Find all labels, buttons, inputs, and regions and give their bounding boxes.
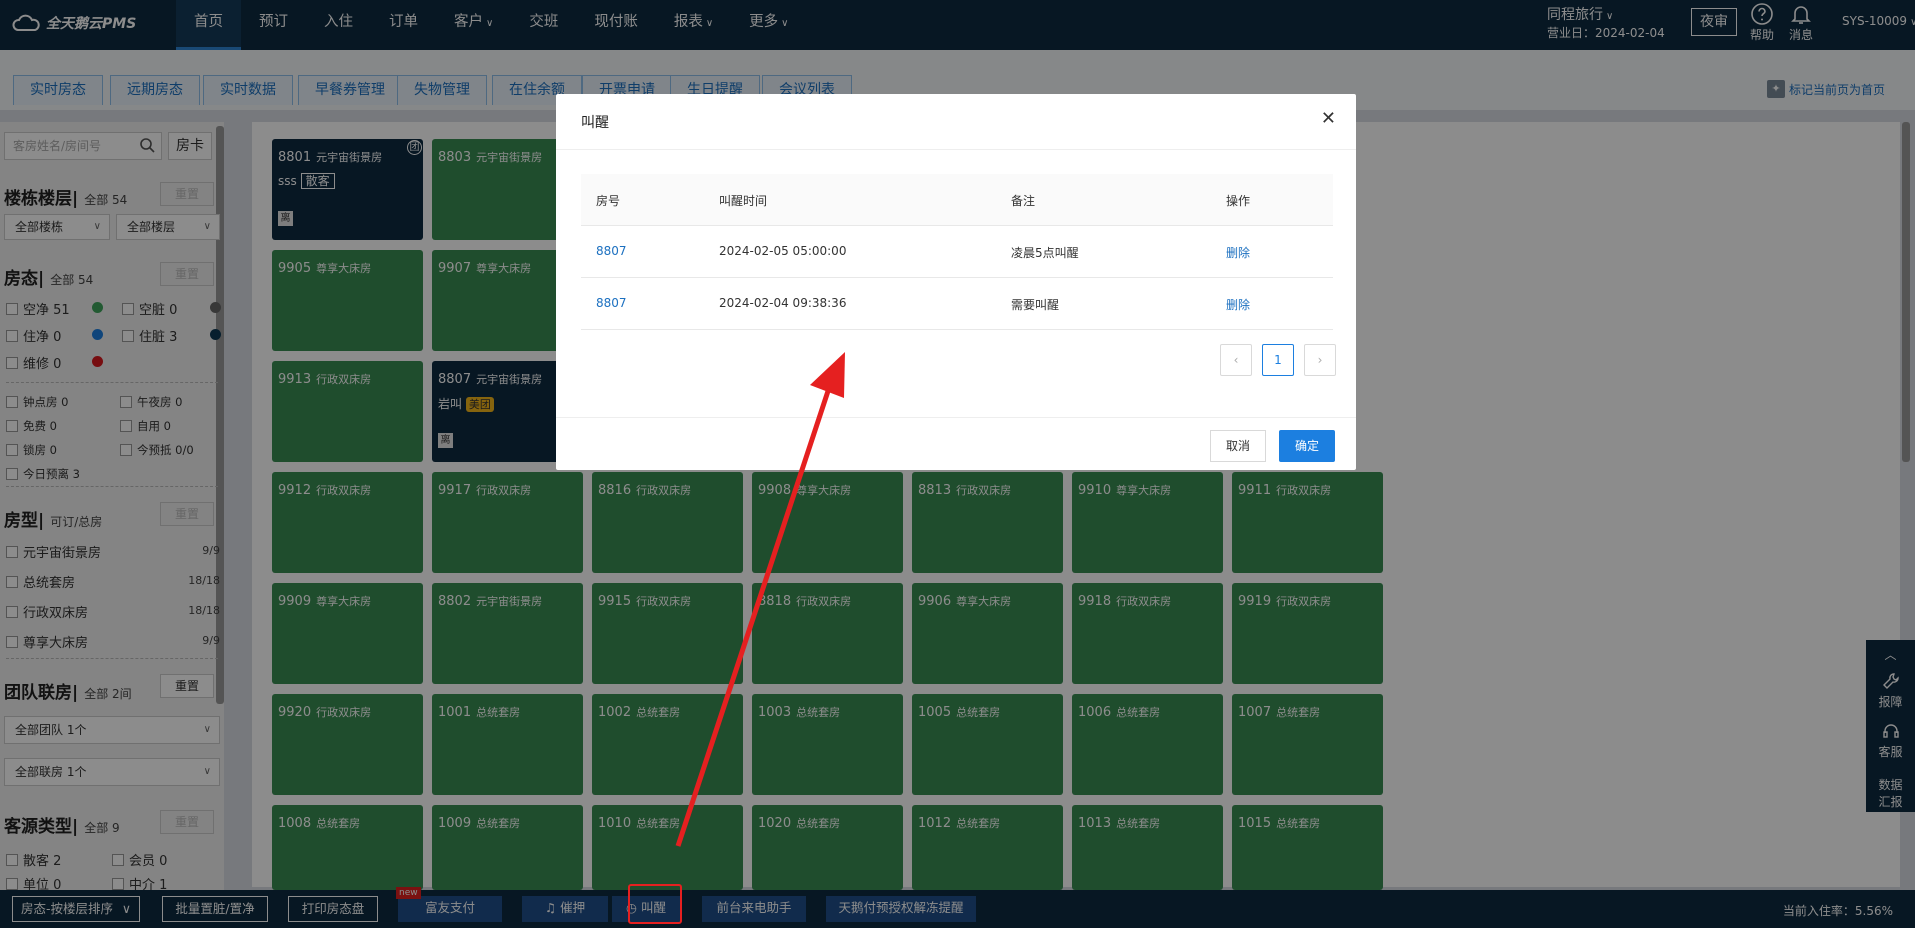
table-row: 8807 2024-02-04 09:38:36 需要叫醒 删除 <box>581 278 1333 330</box>
column-header: 操作 <box>1226 194 1251 208</box>
column-header: 房号 <box>596 194 621 208</box>
chevron-right-icon: › <box>1317 353 1323 367</box>
table-row: 8807 2024-02-05 05:00:00 凌晨5点叫醒 删除 <box>581 226 1333 278</box>
wake-note: 需要叫醒 <box>1011 298 1060 312</box>
prev-page-button[interactable]: ‹ <box>1220 344 1252 376</box>
page-number[interactable]: 1 <box>1262 344 1294 376</box>
wake-time: 2024-02-04 09:38:36 <box>719 296 847 310</box>
delete-link[interactable]: 删除 <box>1226 244 1250 261</box>
wake-up-call-dialog: 叫醒 ✕ 房号 叫醒时间 备注 操作 8807 2024-02-05 05:00:… <box>556 94 1356 470</box>
highlight-box <box>628 884 682 924</box>
confirm-button[interactable]: 确定 <box>1279 430 1335 462</box>
cancel-button[interactable]: 取消 <box>1210 430 1266 462</box>
wake-time: 2024-02-05 05:00:00 <box>719 244 847 258</box>
close-icon[interactable]: ✕ <box>1321 108 1336 129</box>
room-link[interactable]: 8807 <box>596 244 627 258</box>
wake-note: 凌晨5点叫醒 <box>1011 246 1079 260</box>
room-link[interactable]: 8807 <box>596 296 627 310</box>
column-header: 叫醒时间 <box>719 194 768 208</box>
chevron-left-icon: ‹ <box>1233 353 1239 367</box>
divider <box>556 149 1356 150</box>
divider <box>556 417 1356 418</box>
next-page-button[interactable]: › <box>1304 344 1336 376</box>
delete-link[interactable]: 删除 <box>1226 296 1250 313</box>
table-header-row: 房号 叫醒时间 备注 操作 <box>581 174 1333 226</box>
column-header: 备注 <box>1011 194 1036 208</box>
dialog-title: 叫醒 <box>581 115 609 131</box>
